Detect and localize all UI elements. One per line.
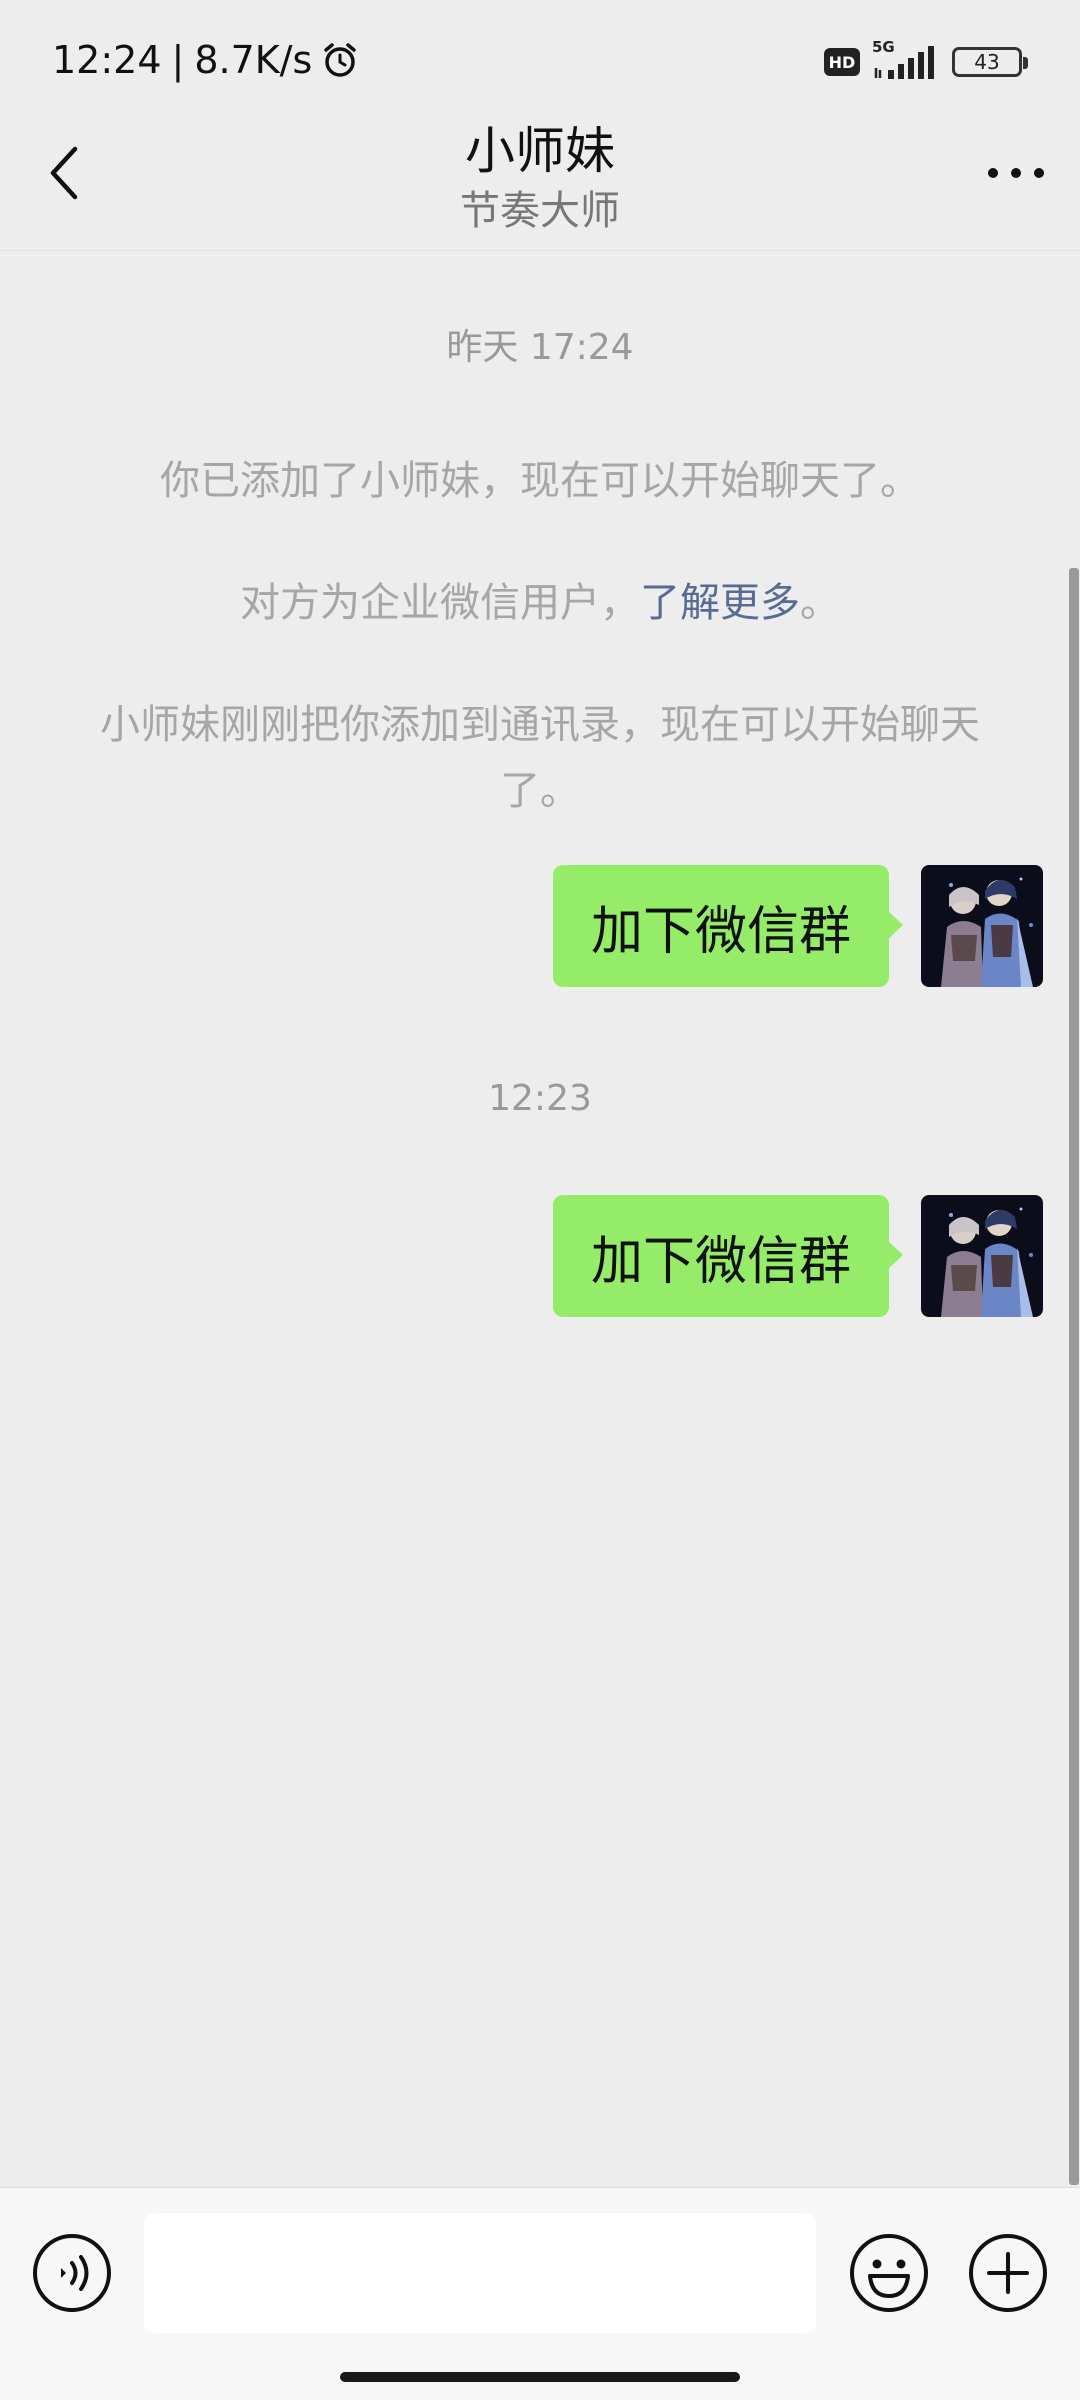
status-left: 12:24 | 8.7K/s [52, 38, 360, 82]
voice-icon [33, 2234, 111, 2312]
message-input[interactable] [144, 2213, 816, 2333]
emoji-smile-icon [850, 2234, 928, 2312]
chat-title: 小师妹 [465, 122, 615, 180]
status-separator: | [171, 38, 185, 82]
more-dots-icon [988, 168, 1044, 178]
timestamp-today: 12:23 [488, 1078, 592, 1119]
network-speed: 8.7K/s [194, 38, 313, 82]
plus-circle-icon [969, 2234, 1047, 2312]
alarm-clock-icon [320, 40, 360, 80]
home-indicator[interactable] [340, 2372, 740, 2382]
signal-bars-icon: 5G [872, 38, 940, 80]
emoji-button[interactable] [848, 2232, 930, 2314]
message-bubble[interactable]: 加下微信群 [552, 1195, 904, 1317]
timestamp-yesterday: 昨天 17:24 [446, 327, 634, 368]
chat-screen: 12:24 | 8.7K/s HD 5G 43 小师妹 节奏大师 昨天 17:2… [0, 0, 1080, 2400]
more-functions-button[interactable] [967, 2232, 1049, 2314]
avatar[interactable] [921, 1195, 1043, 1317]
system-message-contacts: 小师妹刚刚把你添加到通讯录，现在可以开始聊天了。 [100, 702, 980, 814]
title-block: 小师妹 节奏大师 [290, 116, 790, 236]
hd-badge: HD [824, 48, 860, 76]
message-row: 加下微信群 [552, 865, 1043, 987]
system-message-enterprise-text: 对方为企业微信用户， [240, 580, 640, 626]
scrollbar[interactable] [1069, 568, 1079, 2185]
status-time: 12:24 [52, 38, 162, 82]
system-message-enterprise-end: 。 [800, 580, 840, 626]
voice-button[interactable] [31, 2232, 113, 2314]
message-bubble[interactable]: 加下微信群 [552, 865, 904, 987]
system-message-added: 你已添加了小师妹，现在可以开始聊天了。 [160, 458, 920, 504]
learn-more-link[interactable]: 了解更多 [640, 580, 800, 626]
status-right: HD 5G 43 [824, 38, 1028, 80]
system-message-enterprise: 对方为企业微信用户，了解更多。 [90, 570, 990, 636]
chevron-left-icon [50, 146, 78, 200]
back-button[interactable] [30, 138, 100, 208]
avatar[interactable] [921, 865, 1043, 987]
battery-indicator: 43 [952, 47, 1028, 77]
more-options-button[interactable] [976, 138, 1056, 208]
chat-subtitle: 节奏大师 [460, 188, 620, 234]
chat-header: 小师妹 节奏大师 [0, 110, 1080, 251]
input-bar [0, 2187, 1080, 2400]
message-row: 加下微信群 [552, 1195, 1043, 1317]
